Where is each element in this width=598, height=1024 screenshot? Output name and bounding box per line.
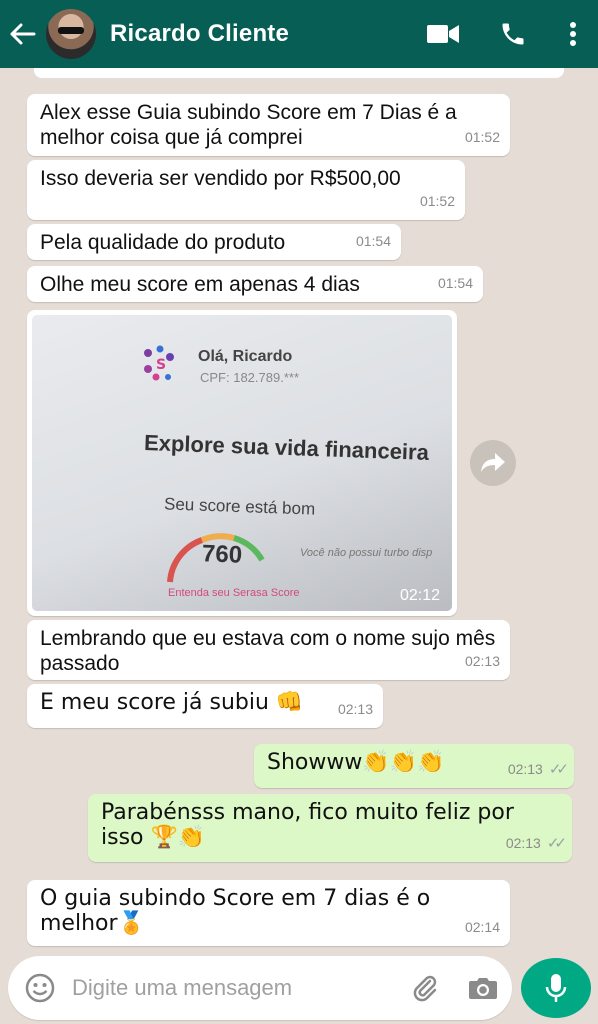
video-camera-icon xyxy=(427,25,459,43)
more-vertical-icon xyxy=(570,22,576,46)
emoji-button[interactable] xyxy=(8,973,72,1003)
message-time: 02:13 xyxy=(464,653,500,669)
forward-icon xyxy=(481,453,505,472)
photo-headline: Explore sua vida financeira xyxy=(143,430,430,465)
video-call-button[interactable] xyxy=(408,24,478,44)
photo-score-label: Seu score está bom xyxy=(163,494,316,519)
message-text: Showww👏👏👏 xyxy=(267,750,445,775)
message-text: Alex esse Guia subindo Score em 7 Dias é… xyxy=(40,101,457,149)
contact-name[interactable]: Ricardo Cliente xyxy=(110,20,408,48)
message-time: 02:13 xyxy=(505,835,541,851)
compose-bar xyxy=(8,956,512,1020)
message-bubble[interactable]: Isso deveria ser vendido por R$500,00 01… xyxy=(27,160,465,220)
double-check-icon: ✓✓ xyxy=(546,835,567,852)
back-button[interactable] xyxy=(0,23,46,45)
message-text: Pela qualidade do produto xyxy=(40,231,286,254)
smiley-icon xyxy=(25,973,55,1003)
message-text: E meu score já subiu 👊 xyxy=(40,690,304,715)
message-time: 02:13 xyxy=(507,761,543,777)
message-list[interactable]: Alex esse Guia subindo Score em 7 Dias é… xyxy=(0,68,598,948)
message-bubble-outgoing[interactable]: Showww👏👏👏 02:13 ✓✓ xyxy=(254,744,574,788)
message-time: 01:52 xyxy=(419,193,455,209)
camera-icon xyxy=(469,978,497,999)
score-screenshot[interactable]: S Olá, Ricardo CPF: 182.789.*** Explore … xyxy=(32,315,452,611)
phone-icon xyxy=(502,23,524,45)
message-time: 01:52 xyxy=(464,129,500,145)
message-text: O guia subindo Score em 7 dias é o melho… xyxy=(40,886,431,936)
serasa-logo-icon: S xyxy=(144,345,174,381)
photo-link: Entenda seu Serasa Score xyxy=(168,587,300,599)
photo-turbo-text: Você não possui turbo disp xyxy=(300,547,433,559)
image-message[interactable]: S Olá, Ricardo CPF: 182.789.*** Explore … xyxy=(27,310,457,616)
voice-record-button[interactable] xyxy=(521,958,591,1018)
avatar[interactable] xyxy=(46,9,96,59)
message-text: Isso deveria ser vendido por R$500,00 xyxy=(40,167,401,190)
message-text: Parabénsss mano, fico muito feliz por is… xyxy=(101,800,514,850)
message-bubble-outgoing[interactable]: Parabénsss mano, fico muito feliz por is… xyxy=(88,794,572,862)
photo-cpf: CPF: 182.789.*** xyxy=(200,370,300,385)
voice-call-button[interactable] xyxy=(478,20,548,48)
photo-score-value: 760 xyxy=(201,540,243,569)
photo-greeting: Olá, Ricardo xyxy=(198,348,293,365)
message-time: 01:54 xyxy=(437,275,473,291)
message-text: Olhe meu score em apenas 4 dias xyxy=(40,273,360,296)
message-bubble[interactable]: E meu score já subiu 👊 02:13 xyxy=(27,684,383,728)
message-text: Lembrando que eu estava com o nome sujo … xyxy=(40,627,496,675)
message-bubble[interactable]: Olhe meu score em apenas 4 dias 01:54 xyxy=(27,266,483,302)
message-time: 02:13 xyxy=(337,701,373,717)
double-check-icon: ✓✓ xyxy=(548,761,569,778)
message-input[interactable] xyxy=(72,968,396,1008)
message-bubble[interactable]: Lembrando que eu estava com o nome sujo … xyxy=(27,620,510,680)
arrow-left-icon xyxy=(10,23,36,45)
paperclip-icon xyxy=(413,975,437,1002)
svg-text:S: S xyxy=(156,357,166,373)
message-bubble[interactable]: Alex esse Guia subindo Score em 7 Dias é… xyxy=(27,94,510,156)
camera-button[interactable] xyxy=(454,975,512,1001)
attach-button[interactable] xyxy=(396,973,454,1003)
microphone-icon xyxy=(545,974,567,1002)
message-bubble[interactable]: O guia subindo Score em 7 dias é o melho… xyxy=(27,880,510,946)
message-time: 02:14 xyxy=(464,919,500,935)
menu-button[interactable] xyxy=(548,21,598,47)
forward-button[interactable] xyxy=(470,440,516,486)
message-bubble[interactable]: Pela qualidade do produto 01:54 xyxy=(27,224,401,260)
message-time: 01:54 xyxy=(355,233,391,249)
message-time: 02:12 xyxy=(399,587,440,604)
chat-header: Ricardo Cliente xyxy=(0,0,598,68)
previous-message-edge xyxy=(34,68,564,78)
